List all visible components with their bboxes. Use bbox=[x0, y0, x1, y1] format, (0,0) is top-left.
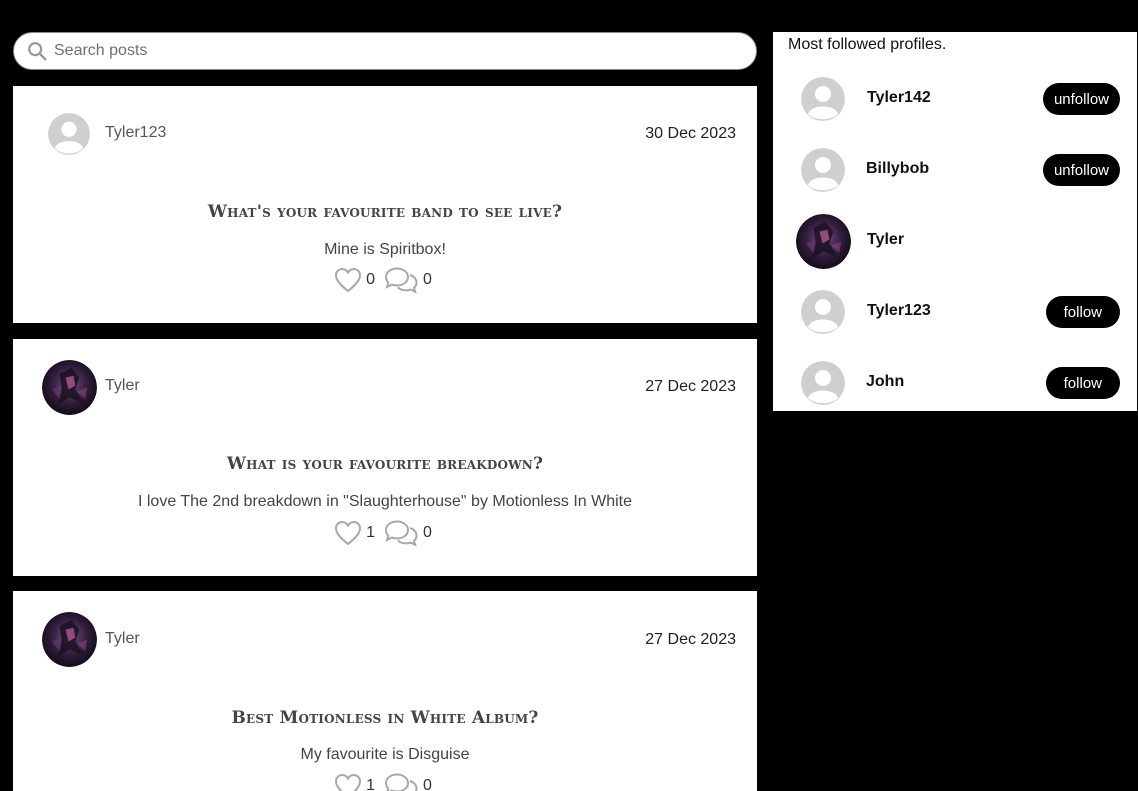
unfollow-button[interactable]: unfollow bbox=[1042, 154, 1120, 186]
post-date: 30 Dec 2023 bbox=[645, 125, 736, 142]
post-body: My favourite is Disguise bbox=[300, 746, 470, 763]
default-avatar-icon[interactable] bbox=[48, 113, 90, 155]
default-avatar-icon[interactable] bbox=[801, 290, 845, 334]
post-title[interactable]: Best Motionless in White Album? bbox=[13, 708, 757, 728]
like-count: 1 bbox=[366, 777, 375, 791]
custom-avatar-image[interactable] bbox=[42, 360, 97, 415]
post-date: 27 Dec 2023 bbox=[645, 631, 736, 648]
post-actions: 0 0 bbox=[13, 266, 757, 294]
comment-icon[interactable] bbox=[383, 519, 419, 547]
profile-name[interactable]: John bbox=[866, 373, 904, 391]
post-body: I love The 2nd breakdown in "Slaughterho… bbox=[137, 493, 632, 510]
comment-count: 0 bbox=[423, 777, 432, 791]
comment-icon[interactable] bbox=[383, 266, 419, 294]
profile-name[interactable]: Billybob bbox=[866, 160, 929, 178]
custom-avatar-image[interactable] bbox=[796, 214, 851, 269]
comment-count: 0 bbox=[423, 524, 432, 541]
heart-icon[interactable] bbox=[334, 520, 362, 546]
most-followed-panel: Most followed profiles. Tyler142 unfollo… bbox=[773, 32, 1137, 411]
profile-row[interactable]: Billybob unfollow bbox=[773, 141, 1137, 199]
search-icon bbox=[28, 42, 47, 61]
custom-avatar-image[interactable] bbox=[42, 612, 97, 667]
default-avatar-icon[interactable] bbox=[801, 77, 845, 121]
post-actions: 1 0 bbox=[13, 519, 757, 547]
like-count: 0 bbox=[366, 271, 375, 288]
comment-count: 0 bbox=[423, 271, 432, 288]
post-username[interactable]: Tyler bbox=[105, 630, 140, 648]
profile-name[interactable]: Tyler123 bbox=[867, 302, 931, 320]
heart-icon[interactable] bbox=[334, 267, 362, 293]
profile-row[interactable]: Tyler123 follow bbox=[773, 283, 1137, 341]
search-bar[interactable] bbox=[13, 32, 757, 70]
profile-name[interactable]: Tyler142 bbox=[867, 89, 931, 107]
default-avatar-icon[interactable] bbox=[801, 148, 845, 192]
post-card[interactable]: Tyler 27 Dec 2023 Best Motionless in Whi… bbox=[13, 591, 757, 791]
post-username[interactable]: Tyler bbox=[105, 377, 140, 395]
post-title[interactable]: What is your favourite breakdown? bbox=[13, 454, 757, 474]
post-card[interactable]: Tyler 27 Dec 2023 What is your favourite… bbox=[13, 339, 757, 576]
post-card[interactable]: Tyler123 30 Dec 2023 What's your favouri… bbox=[13, 86, 757, 323]
post-body: Mine is Spiritbox! bbox=[324, 241, 446, 258]
post-title[interactable]: What's your favourite band to see live? bbox=[13, 202, 757, 222]
post-actions: 1 0 bbox=[13, 772, 757, 791]
post-username[interactable]: Tyler123 bbox=[105, 124, 166, 142]
profile-name[interactable]: Tyler bbox=[867, 231, 904, 249]
post-date: 27 Dec 2023 bbox=[645, 378, 736, 395]
unfollow-button[interactable]: unfollow bbox=[1042, 83, 1120, 115]
profile-row[interactable]: John follow bbox=[773, 354, 1137, 412]
default-avatar-icon[interactable] bbox=[801, 361, 845, 405]
follow-button[interactable]: follow bbox=[1045, 367, 1120, 399]
follow-button[interactable]: follow bbox=[1045, 296, 1120, 328]
heart-icon[interactable] bbox=[334, 773, 362, 791]
panel-heading: Most followed profiles. bbox=[788, 36, 947, 53]
like-count: 1 bbox=[366, 524, 375, 541]
comment-icon[interactable] bbox=[383, 772, 419, 791]
profile-row[interactable]: Tyler bbox=[773, 212, 1137, 270]
search-input[interactable] bbox=[54, 42, 734, 60]
profile-row[interactable]: Tyler142 unfollow bbox=[773, 70, 1137, 128]
